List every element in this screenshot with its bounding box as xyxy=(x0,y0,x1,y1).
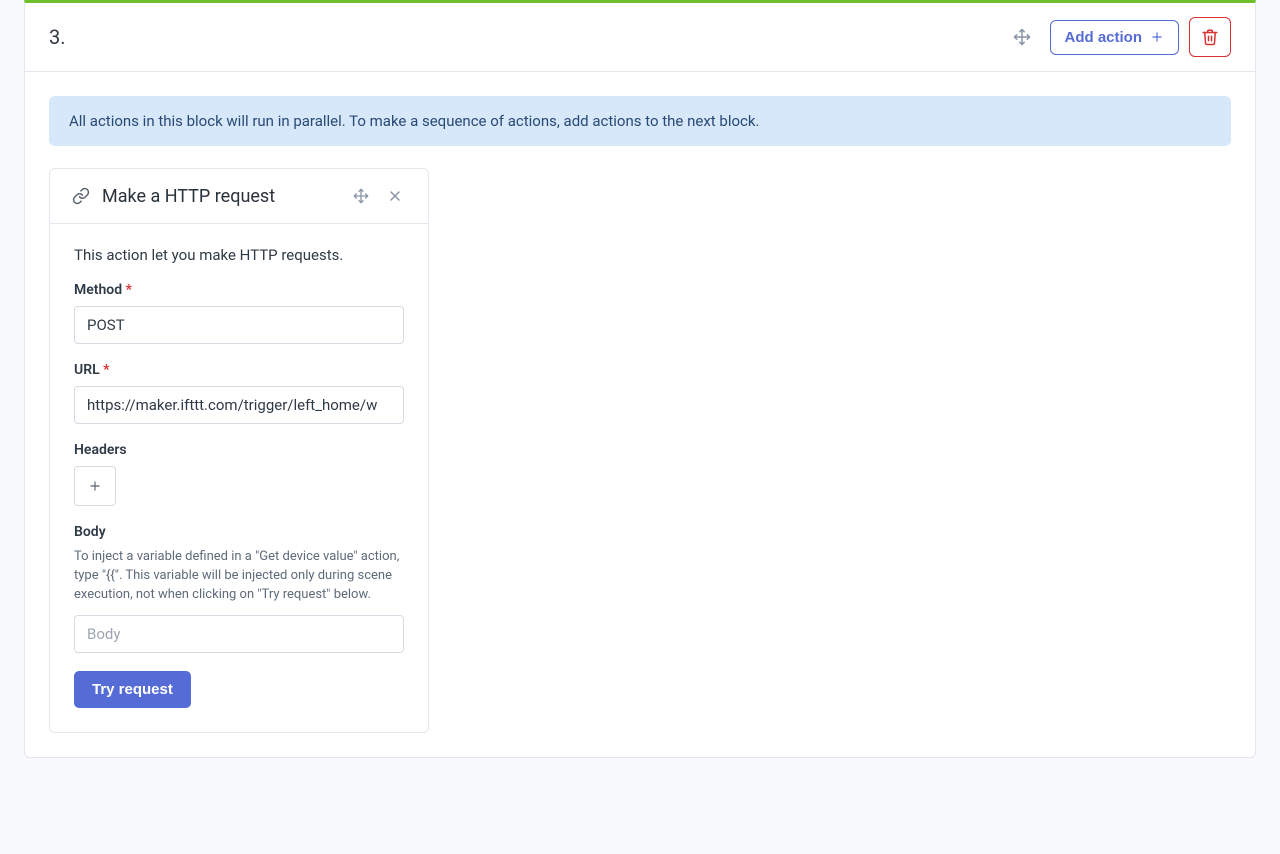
add-action-label: Add action xyxy=(1065,29,1143,46)
method-label: Method * xyxy=(74,282,404,298)
delete-block-button[interactable] xyxy=(1189,17,1231,57)
url-input[interactable] xyxy=(74,386,404,424)
method-select[interactable] xyxy=(74,306,404,344)
required-indicator: * xyxy=(103,362,109,378)
move-action-icon[interactable] xyxy=(350,185,372,207)
move-block-icon[interactable] xyxy=(1006,21,1038,53)
try-request-button[interactable]: Try request xyxy=(74,671,191,708)
link-icon xyxy=(72,187,90,205)
action-title: Make a HTTP request xyxy=(102,186,338,207)
plus-icon xyxy=(88,479,102,493)
required-indicator: * xyxy=(126,282,132,298)
add-action-button[interactable]: Add action xyxy=(1050,20,1180,55)
trash-icon xyxy=(1201,28,1219,46)
method-field-group: Method * xyxy=(74,282,404,344)
body-field-group: Body To inject a variable defined in a "… xyxy=(74,524,404,653)
info-banner: All actions in this block will run in pa… xyxy=(49,96,1231,146)
url-label: URL * xyxy=(74,362,404,378)
url-field-group: URL * xyxy=(74,362,404,424)
action-description: This action let you make HTTP requests. xyxy=(74,246,404,264)
headers-field-group: Headers xyxy=(74,442,404,506)
block-number-label: 3. xyxy=(49,25,1006,49)
block-body: All actions in this block will run in pa… xyxy=(25,72,1255,757)
http-request-card: Make a HTTP request xyxy=(49,168,429,733)
action-block: 3. Add action xyxy=(24,0,1256,758)
add-header-button[interactable] xyxy=(74,466,116,506)
body-label: Body xyxy=(74,524,404,540)
close-action-icon[interactable] xyxy=(384,185,406,207)
body-help-text: To inject a variable defined in a "Get d… xyxy=(74,548,404,605)
action-header: Make a HTTP request xyxy=(50,169,428,224)
plus-icon xyxy=(1150,30,1164,44)
block-header: 3. Add action xyxy=(25,3,1255,72)
body-input[interactable] xyxy=(74,615,404,653)
action-body: This action let you make HTTP requests. … xyxy=(50,224,428,732)
headers-label: Headers xyxy=(74,442,404,458)
